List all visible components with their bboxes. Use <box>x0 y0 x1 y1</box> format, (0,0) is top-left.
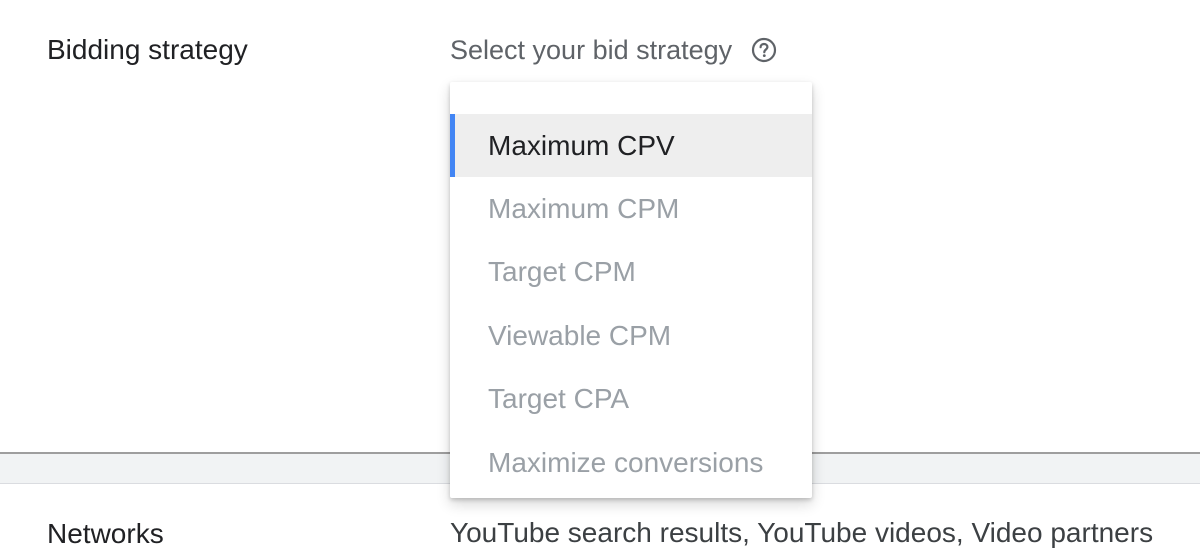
option-maximum-cpv[interactable]: Maximum CPV <box>450 114 812 178</box>
bid-strategy-placeholder: Select your bid strategy <box>450 34 733 65</box>
networks-label: Networks <box>47 518 164 549</box>
option-maximum-cpm[interactable]: Maximum CPM <box>450 177 812 240</box>
option-target-cpa[interactable]: Target CPA <box>450 368 812 431</box>
help-circle-icon[interactable] <box>750 36 778 64</box>
networks-value: YouTube search results, YouTube videos, … <box>450 517 1154 548</box>
option-viewable-cpm[interactable]: Viewable CPM <box>450 304 812 367</box>
bid-strategy-dropdown-menu: Maximum CPV Maximum CPM Target CPM Viewa… <box>450 82 812 498</box>
option-maximize-conversions[interactable]: Maximize conversions <box>450 431 812 494</box>
option-target-cpm[interactable]: Target CPM <box>450 241 812 304</box>
bidding-strategy-label: Bidding strategy <box>47 34 248 65</box>
bid-strategy-options-list: Maximum CPV Maximum CPM Target CPM Viewa… <box>450 114 812 494</box>
bid-strategy-select[interactable]: Select your bid strategy <box>450 30 778 70</box>
